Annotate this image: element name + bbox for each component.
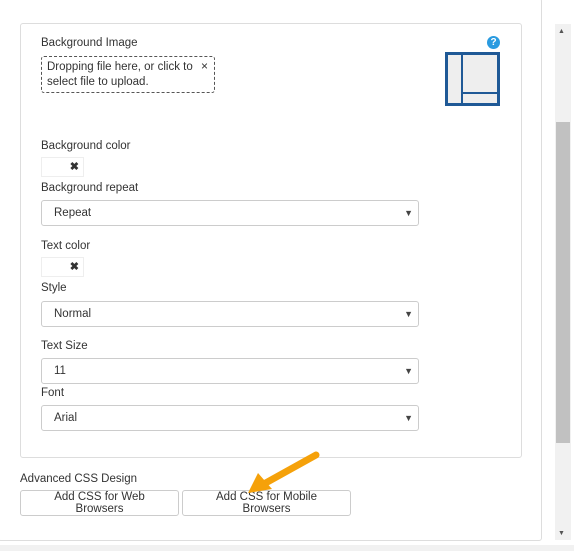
style-select[interactable]: Normal ▼ (41, 301, 419, 327)
text-color-label: Text color (41, 240, 91, 252)
background-color-picker[interactable]: ✖ (41, 157, 84, 177)
bottom-bar (0, 545, 574, 551)
background-color-label: Background color (41, 140, 131, 152)
caret-down-icon: ▼ (404, 366, 413, 376)
style-label: Style (41, 282, 67, 294)
drop-zone-text: Dropping file here, or click to select f… (47, 61, 193, 88)
background-repeat-select[interactable]: Repeat ▼ (41, 200, 419, 226)
caret-down-icon: ▼ (404, 413, 413, 423)
advanced-css-label: Advanced CSS Design (20, 473, 137, 485)
layout-preview-image (445, 52, 500, 106)
clear-icon[interactable]: ✖ (70, 261, 79, 273)
clear-icon[interactable]: ✖ (70, 161, 79, 173)
caret-down-icon: ▼ (404, 208, 413, 218)
scrollbar-thumb[interactable] (556, 122, 570, 443)
caret-down-icon: ▼ (404, 309, 413, 319)
scroll-down-icon[interactable]: ▼ (558, 530, 565, 537)
text-color-picker[interactable]: ✖ (41, 257, 84, 277)
help-icon[interactable]: ? (487, 36, 500, 49)
close-icon[interactable]: × (201, 59, 208, 74)
select-value: Arial (54, 412, 78, 424)
scroll-up-icon[interactable]: ▲ (558, 28, 565, 35)
font-label: Font (41, 387, 65, 399)
text-size-select[interactable]: 11 ▼ (41, 358, 419, 384)
font-select[interactable]: Arial ▼ (41, 405, 419, 431)
background-repeat-label: Background repeat (41, 182, 139, 194)
add-css-web-button[interactable]: Add CSS for Web Browsers (20, 490, 179, 516)
select-value: Normal (54, 308, 92, 320)
select-value: Repeat (54, 207, 92, 219)
arrow-annotation-icon (248, 451, 320, 493)
select-value: 11 (54, 365, 66, 377)
file-drop-zone[interactable]: Dropping file here, or click to select f… (41, 56, 215, 93)
background-image-label: Background Image (41, 37, 138, 49)
text-size-label: Text Size (41, 340, 88, 352)
